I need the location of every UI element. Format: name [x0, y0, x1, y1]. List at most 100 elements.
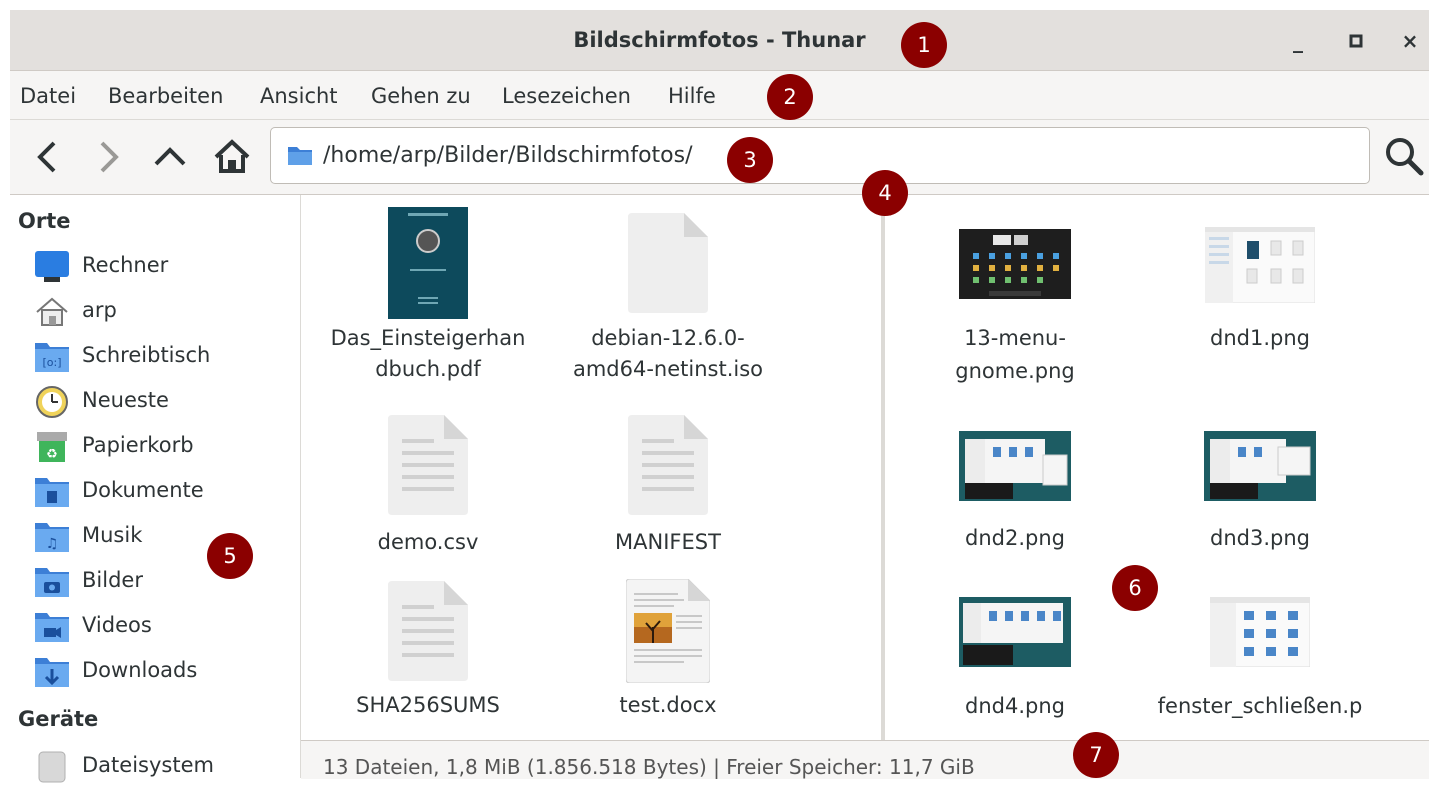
- sidebar-item-arp[interactable]: arp: [34, 292, 294, 332]
- sidebar-item-label: Rechner: [82, 253, 169, 277]
- text-file-icon: [388, 415, 468, 515]
- sidebar: Orte Rechner arp [o:] Schreibtisch Neues…: [10, 195, 301, 783]
- file-item[interactable]: 13-menu- gnome.png: [900, 223, 1130, 403]
- file-name: fenster_schließen.p: [1157, 694, 1363, 718]
- forward-button[interactable]: [88, 137, 128, 177]
- file-item[interactable]: SHA256SUMS: [313, 575, 543, 735]
- sidebar-item-bilder[interactable]: Bilder: [34, 562, 294, 602]
- docx-thumbnail: [626, 579, 710, 683]
- search-icon: [1386, 138, 1424, 176]
- videos-folder-icon: [35, 613, 69, 642]
- sidebar-item-label: Bilder: [82, 568, 143, 592]
- sidebar-item-label: Dokumente: [82, 478, 204, 502]
- window-title: Bildschirmfotos - Thunar: [573, 28, 866, 52]
- screenshot-thumbnail-teal: [1204, 431, 1316, 501]
- recent-clock-icon: [36, 386, 68, 418]
- sidebar-item-label: Neueste: [82, 388, 169, 412]
- file-item[interactable]: MANIFEST: [553, 409, 783, 569]
- home-folder-icon: [36, 297, 68, 326]
- svg-text:♻: ♻: [46, 447, 58, 462]
- home-button[interactable]: [212, 137, 252, 177]
- file-name: dnd4.png: [965, 694, 1065, 718]
- file-item[interactable]: dnd4.png: [900, 591, 1130, 751]
- sidebar-item-downloads[interactable]: Downloads: [34, 652, 294, 692]
- file-name: demo.csv: [377, 530, 479, 554]
- pdf-thumbnail: [388, 207, 468, 319]
- sidebar-item-label: Musik: [82, 523, 143, 547]
- minimize-button[interactable]: _: [1286, 29, 1310, 53]
- sidebar-item-papierkorb[interactable]: ♻ Papierkorb: [34, 427, 294, 467]
- chevron-left-icon: [37, 141, 56, 173]
- music-folder-icon: ♫: [35, 523, 69, 552]
- title-bar: Bildschirmfotos - Thunar _ ×: [10, 10, 1429, 71]
- sidebar-item-label: Schreibtisch: [82, 343, 211, 367]
- sidebar-item-musik[interactable]: ♫ Musik: [34, 517, 294, 557]
- devices-heading: Geräte: [18, 707, 99, 731]
- file-item[interactable]: demo.csv: [313, 409, 543, 569]
- home-icon: [214, 139, 250, 173]
- sidebar-item-label: Dateisystem: [82, 753, 214, 777]
- menu-datei[interactable]: Datei: [20, 84, 76, 108]
- screenshot-thumbnail-teal: [959, 431, 1071, 501]
- file-name: test.docx: [619, 693, 717, 717]
- file-name: debian-12.6.0-: [591, 326, 745, 350]
- screenshot-thumbnail-teal: [959, 597, 1071, 667]
- menu-ansicht[interactable]: Ansicht: [260, 84, 338, 108]
- trash-icon: ♻: [37, 432, 67, 462]
- menu-bar: Datei Bearbeiten Ansicht Gehen zu Leseze…: [10, 71, 1429, 120]
- menu-bearbeiten[interactable]: Bearbeiten: [108, 84, 223, 108]
- menu-lesezeichen[interactable]: Lesezeichen: [502, 84, 631, 108]
- svg-text:♫: ♫: [46, 536, 59, 552]
- screenshot-thumbnail-dark: [959, 229, 1071, 299]
- menu-gehen-zu[interactable]: Gehen zu: [371, 84, 471, 108]
- status-text: 13 Dateien, 1,8 MiB (1.856.518 Bytes) | …: [323, 755, 975, 779]
- file-item[interactable]: fenster_schließen.p: [1145, 591, 1375, 751]
- file-item[interactable]: test.docx: [553, 575, 783, 735]
- file-item[interactable]: Das_Einsteigerhan dbuch.pdf: [313, 205, 543, 385]
- location-bar[interactable]: /home/arp/Bilder/Bildschirmfotos/: [270, 127, 1370, 184]
- right-file-pane[interactable]: 13-menu- gnome.png dnd1.png dnd2.png dnd…: [885, 195, 1429, 740]
- sidebar-item-label: arp: [82, 298, 117, 322]
- status-bar: 13 Dateien, 1,8 MiB (1.856.518 Bytes) | …: [301, 740, 1429, 779]
- sidebar-item-neueste[interactable]: Neueste: [34, 382, 294, 422]
- maximize-button[interactable]: [1344, 29, 1368, 53]
- screenshot-thumbnail-light: [1210, 597, 1310, 667]
- maximize-icon: [1349, 34, 1363, 48]
- file-item[interactable]: dnd3.png: [1145, 423, 1375, 583]
- up-button[interactable]: [150, 137, 190, 177]
- menu-hilfe[interactable]: Hilfe: [668, 84, 716, 108]
- sidebar-item-schreibtisch[interactable]: [o:] Schreibtisch: [34, 337, 294, 377]
- back-button[interactable]: [28, 137, 68, 177]
- file-item[interactable]: dnd1.png: [1145, 223, 1375, 403]
- file-name: MANIFEST: [615, 530, 721, 554]
- marker-7: 7: [1073, 732, 1119, 778]
- file-name: dnd1.png: [1210, 326, 1310, 350]
- file-name: SHA256SUMS: [356, 693, 500, 717]
- pictures-folder-icon: [35, 568, 69, 597]
- file-name: dbuch.pdf: [375, 357, 481, 381]
- marker-3: 3: [727, 137, 773, 183]
- file-name: amd64-netinst.iso: [572, 357, 764, 381]
- chevron-right-icon: [100, 141, 119, 173]
- places-heading: Orte: [18, 209, 71, 233]
- file-item[interactable]: debian-12.6.0- amd64-netinst.iso: [553, 205, 783, 385]
- file-item[interactable]: dnd2.png: [900, 423, 1130, 583]
- search-button[interactable]: [1382, 134, 1424, 176]
- sidebar-item-videos[interactable]: Videos: [34, 607, 294, 647]
- screenshot-thumbnail-light: [1205, 227, 1315, 303]
- text-file-icon: [388, 581, 468, 681]
- file-name: gnome.png: [955, 359, 1075, 383]
- desktop-folder-icon: [o:]: [35, 343, 69, 372]
- left-file-pane[interactable]: Das_Einsteigerhan dbuch.pdf debian-12.6.…: [301, 195, 881, 740]
- marker-4: 4: [862, 170, 908, 216]
- downloads-folder-icon: [35, 658, 69, 687]
- sidebar-item-rechner[interactable]: Rechner: [34, 247, 294, 287]
- sidebar-item-dateisystem[interactable]: Dateisystem: [34, 747, 294, 787]
- sidebar-item-dokumente[interactable]: Dokumente: [34, 472, 294, 512]
- sidebar-item-label: Papierkorb: [82, 433, 194, 457]
- close-button[interactable]: ×: [1398, 29, 1422, 53]
- toolbar: /home/arp/Bilder/Bildschirmfotos/: [10, 120, 1429, 195]
- marker-5: 5: [207, 533, 253, 579]
- computer-icon: [35, 251, 69, 282]
- location-path[interactable]: /home/arp/Bilder/Bildschirmfotos/: [323, 143, 693, 168]
